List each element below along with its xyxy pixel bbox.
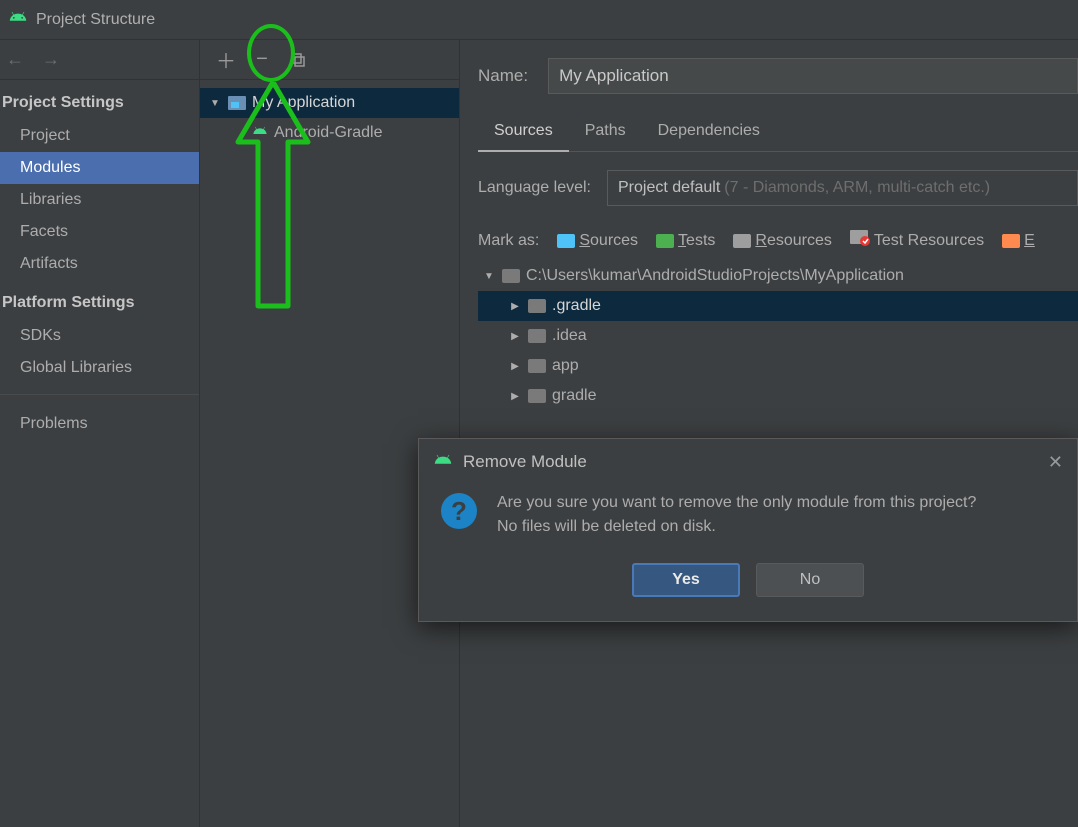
sidebar-item-problems[interactable]: Problems (0, 405, 199, 440)
sidebar: ← → Project Settings Project Modules Lib… (0, 40, 200, 827)
nav-forward-icon[interactable]: → (42, 49, 60, 70)
name-label: Name: (478, 66, 528, 86)
add-module-icon[interactable]: ＋ (216, 50, 236, 70)
file-tree-item-gradle[interactable]: ▶ gradle (478, 381, 1078, 411)
tab-paths[interactable]: Paths (569, 114, 642, 151)
folder-tests-icon (656, 234, 674, 248)
chevron-right-icon[interactable]: ▶ (508, 301, 522, 312)
name-row: Name: (478, 58, 1078, 94)
module-tree: ▼ My Application Android-Gradle (200, 80, 459, 148)
mark-as-label: Mark as: (478, 232, 539, 250)
file-tree-item-label: .idea (552, 327, 587, 345)
module-panel: ＋ − ▼ My Application Android-Gradle (200, 40, 460, 827)
titlebar: Project Structure (0, 0, 1078, 40)
window-title: Project Structure (36, 11, 155, 29)
tab-dependencies[interactable]: Dependencies (642, 114, 776, 151)
file-tree-root[interactable]: ▼ C:\Users\kumar\AndroidStudioProjects\M… (478, 261, 1078, 291)
module-root-label: My Application (252, 94, 355, 112)
android-icon (8, 7, 28, 32)
module-toolbar: ＋ − (200, 40, 459, 80)
folder-icon (528, 359, 546, 373)
module-tree-root[interactable]: ▼ My Application (200, 88, 459, 118)
dialog-message-line1: Are you sure you want to remove the only… (497, 491, 976, 515)
chevron-down-icon[interactable]: ▼ (482, 271, 496, 282)
folder-icon (528, 329, 546, 343)
folder-resources-icon (733, 234, 751, 248)
folder-icon (528, 389, 546, 403)
name-input[interactable] (548, 58, 1078, 94)
mark-as-tests[interactable]: Tests (656, 232, 715, 250)
section-project-settings: Project Settings (0, 80, 199, 120)
detail-tabs: Sources Paths Dependencies (478, 114, 1078, 152)
folder-icon (502, 269, 520, 283)
no-button[interactable]: No (756, 563, 864, 597)
sidebar-item-project[interactable]: Project (0, 120, 199, 152)
remove-module-icon[interactable]: − (252, 50, 272, 70)
nav-arrows: ← → (0, 40, 199, 80)
language-level-row: Language level: Project default (7 - Dia… (478, 170, 1078, 206)
file-tree-item-label: gradle (552, 387, 596, 405)
language-level-value: Project default (618, 179, 720, 197)
question-icon: ? (439, 491, 479, 539)
folder-icon (528, 299, 546, 313)
folder-excluded-icon (1002, 234, 1020, 248)
sidebar-item-artifacts[interactable]: Artifacts (0, 248, 199, 280)
mark-as-resources[interactable]: Resources (733, 232, 831, 250)
copy-module-icon[interactable] (288, 50, 308, 70)
language-level-hint: (7 - Diamonds, ARM, multi-catch etc.) (724, 179, 990, 197)
file-tree-root-label: C:\Users\kumar\AndroidStudioProjects\MyA… (526, 267, 904, 285)
svg-text:?: ? (451, 496, 467, 526)
chevron-right-icon[interactable]: ▶ (508, 331, 522, 342)
file-tree-item-label: app (552, 357, 579, 375)
detail-panel: Name: Sources Paths Dependencies Languag… (460, 40, 1078, 827)
folder-test-resources-icon (850, 230, 870, 251)
mark-as-test-resources[interactable]: Test Resources (850, 230, 984, 251)
file-tree-item-app[interactable]: ▶ app (478, 351, 1078, 381)
dialog-body: ? Are you sure you want to remove the on… (419, 485, 1077, 545)
section-platform-settings: Platform Settings (0, 280, 199, 320)
module-child-label: Android-Gradle (274, 124, 383, 142)
language-level-select[interactable]: Project default (7 - Diamonds, ARM, mult… (607, 170, 1078, 206)
file-tree-item-idea[interactable]: ▶ .idea (478, 321, 1078, 351)
file-tree-item-label: .gradle (552, 297, 601, 315)
sidebar-item-global-libraries[interactable]: Global Libraries (0, 352, 199, 384)
chevron-down-icon[interactable]: ▼ (208, 98, 222, 109)
dialog-title: Remove Module (463, 452, 587, 472)
chevron-right-icon[interactable]: ▶ (508, 391, 522, 402)
android-icon (433, 450, 453, 475)
yes-button[interactable]: Yes (632, 563, 740, 597)
tab-sources[interactable]: Sources (478, 114, 569, 152)
language-level-label: Language level: (478, 179, 591, 197)
sidebar-item-libraries[interactable]: Libraries (0, 184, 199, 216)
module-folder-icon (228, 96, 246, 110)
sidebar-divider (0, 394, 199, 395)
close-icon[interactable]: ✕ (1048, 452, 1063, 473)
sidebar-item-sdks[interactable]: SDKs (0, 320, 199, 352)
sidebar-item-facets[interactable]: Facets (0, 216, 199, 248)
remove-module-dialog: Remove Module ✕ ? Are you sure you want … (418, 438, 1078, 622)
chevron-right-icon[interactable]: ▶ (508, 361, 522, 372)
mark-as-excluded[interactable]: E (1002, 232, 1035, 250)
file-tree: ▼ C:\Users\kumar\AndroidStudioProjects\M… (478, 261, 1078, 411)
nav-back-icon[interactable]: ← (6, 49, 24, 70)
file-tree-item-gradle-dot[interactable]: ▶ .gradle (478, 291, 1078, 321)
dialog-buttons: Yes No (419, 563, 1077, 597)
mark-as-row: Mark as: Sources Tests Resources Test Re… (478, 230, 1078, 251)
android-small-icon (252, 123, 268, 144)
sidebar-item-modules[interactable]: Modules (0, 152, 199, 184)
dialog-message-line2: No files will be deleted on disk. (497, 515, 976, 539)
folder-sources-icon (557, 234, 575, 248)
mark-as-sources[interactable]: Sources (557, 232, 638, 250)
dialog-message: Are you sure you want to remove the only… (497, 491, 976, 539)
module-tree-child[interactable]: Android-Gradle (200, 118, 459, 148)
dialog-titlebar: Remove Module ✕ (419, 439, 1077, 485)
